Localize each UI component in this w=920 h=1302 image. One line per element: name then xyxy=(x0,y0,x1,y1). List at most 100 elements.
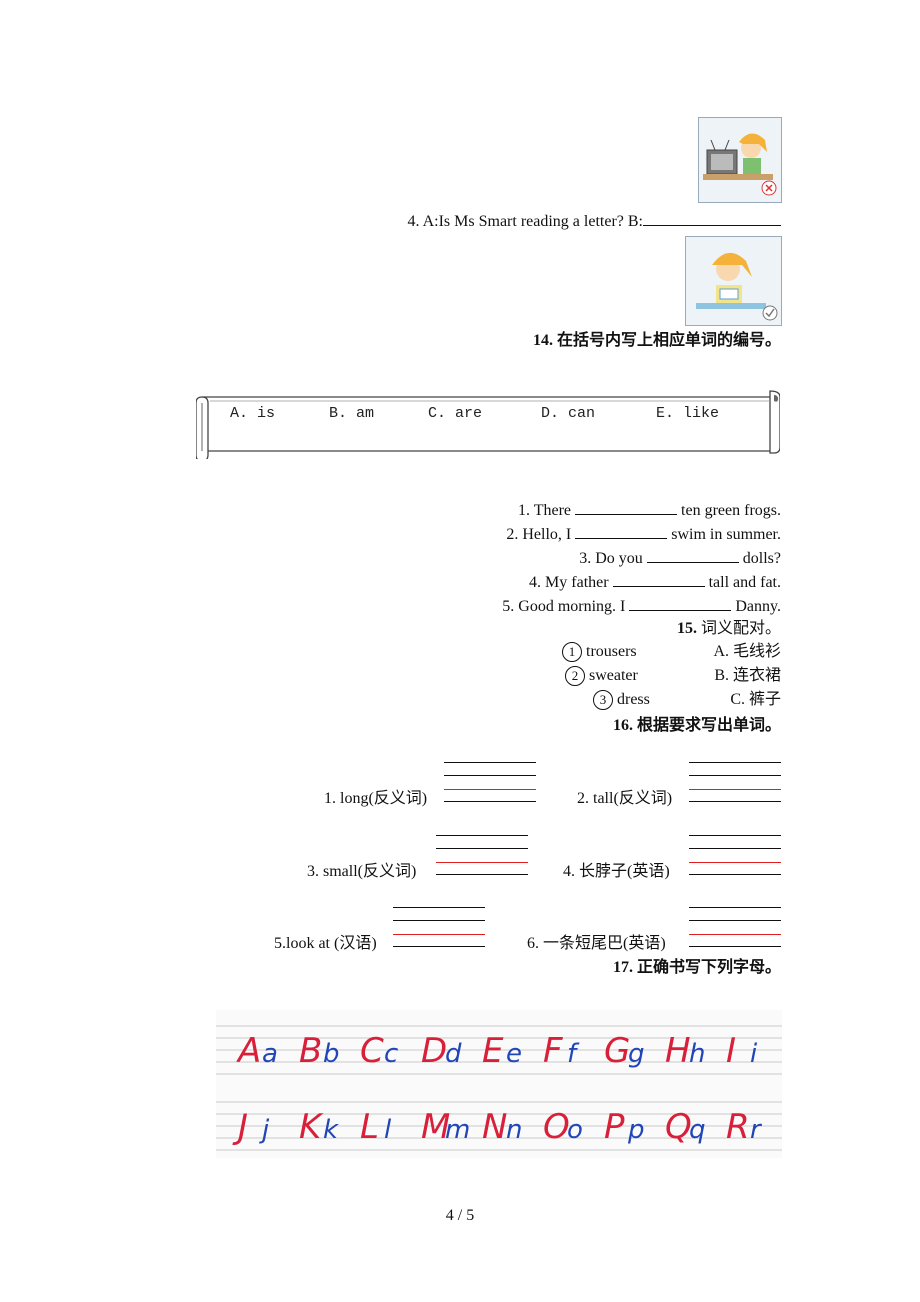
page-number: 4 / 5 xyxy=(445,1207,475,1224)
sentence-text: 5. Good morning. I xyxy=(502,598,630,615)
q14-title: 14. 在括号内写上相应单词的编号。 xyxy=(400,331,781,351)
match-word: sweater xyxy=(589,667,638,684)
answer-blank[interactable] xyxy=(643,211,781,226)
circled-number: 2 xyxy=(565,666,585,686)
sentence-text: tall and fat. xyxy=(704,574,781,591)
option-d: D. can xyxy=(541,405,596,422)
q16-title: 16. 根据要求写出单词。 xyxy=(500,716,781,736)
answer-blank[interactable] xyxy=(575,524,668,539)
q14-title-text: 在括号内写上相应单词的编号。 xyxy=(556,332,781,349)
lowercase-letter: o xyxy=(567,1115,583,1145)
q15-left-2: 2 sweater xyxy=(565,666,638,686)
q16-title-text: 根据要求写出单词。 xyxy=(636,717,781,734)
four-line-grid[interactable] xyxy=(444,762,536,802)
answer-blank[interactable] xyxy=(575,500,678,515)
scroll-frame-icon xyxy=(196,390,780,459)
lowercase-letter: e xyxy=(506,1039,522,1069)
lowercase-letter: g xyxy=(628,1039,645,1069)
lowercase-letter: n xyxy=(506,1115,522,1145)
uppercase-letter: I xyxy=(726,1031,736,1071)
four-line-grid[interactable] xyxy=(689,762,781,802)
uppercase-letter: L xyxy=(360,1107,379,1147)
option-a: A. is xyxy=(230,405,276,422)
q15-number: 15. xyxy=(676,620,697,637)
q16-item-5: 5.look at (汉语) xyxy=(274,935,377,952)
lowercase-letter: c xyxy=(384,1039,398,1069)
q14-sentence-2: 2. Hello, I swim in summer. xyxy=(300,524,781,545)
q16-item-4: 4. 长脖子(英语) xyxy=(563,863,670,880)
four-line-grid[interactable] xyxy=(689,907,781,947)
girl-watching-tv-picture xyxy=(698,117,782,203)
uppercase-letter: C xyxy=(360,1031,384,1071)
lowercase-letter: r xyxy=(750,1115,763,1145)
q16-number: 16. xyxy=(612,717,633,734)
lowercase-letter: l xyxy=(384,1115,392,1145)
lowercase-letter: f xyxy=(567,1039,580,1069)
circled-number: 3 xyxy=(593,690,613,710)
uppercase-letter: Q xyxy=(665,1107,692,1147)
girl-reading-letter-picture xyxy=(685,236,782,326)
answer-blank[interactable] xyxy=(612,572,705,587)
q14-sentence-1: 1. There ten green frogs. xyxy=(300,500,781,521)
q15-title-text: 词义配对。 xyxy=(700,620,781,637)
q15-title: 15. 词义配对。 xyxy=(500,619,781,639)
uppercase-letter: H xyxy=(665,1031,691,1071)
option-c: C. are xyxy=(428,405,483,422)
q17-number: 17. xyxy=(612,959,633,976)
lowercase-letter: d xyxy=(445,1039,462,1069)
uppercase-letter: D xyxy=(421,1031,447,1071)
lowercase-letter: m xyxy=(445,1115,470,1145)
uppercase-letter: K xyxy=(299,1107,324,1147)
q15-right-3: C. 裤子 xyxy=(730,691,781,708)
lowercase-letter: i xyxy=(750,1039,758,1069)
uppercase-letter: R xyxy=(726,1107,750,1147)
answer-blank[interactable] xyxy=(629,596,732,611)
sentence-text: swim in summer. xyxy=(667,526,781,543)
circled-number: 1 xyxy=(562,642,582,662)
q17-title: 17. 正确书写下列字母。 xyxy=(500,958,781,978)
match-word: trousers xyxy=(586,643,637,660)
answer-blank[interactable] xyxy=(646,548,739,563)
option-e: E. like xyxy=(656,405,720,422)
uppercase-letter: B xyxy=(299,1031,322,1071)
q16-item-2: 2. tall(反义词) xyxy=(577,790,673,807)
four-line-grid[interactable] xyxy=(436,835,528,875)
uppercase-letter: J xyxy=(232,1107,248,1147)
q15-left-3: 3 dress xyxy=(593,690,650,710)
uppercase-letter: F xyxy=(543,1031,563,1071)
lowercase-letter: p xyxy=(627,1115,645,1145)
q16-item-3: 3. small(反义词) xyxy=(307,863,417,880)
lowercase-letter: q xyxy=(689,1115,706,1145)
lowercase-letter: k xyxy=(323,1115,339,1145)
lowercase-letter: j xyxy=(259,1115,270,1145)
uppercase-letter: P xyxy=(604,1107,625,1147)
match-word: dress xyxy=(617,691,650,708)
q13-item4-text: 4. A:Is Ms Smart reading a letter? B: xyxy=(407,213,643,230)
girl-letter-check-icon xyxy=(686,237,781,325)
lowercase-letter: h xyxy=(689,1039,705,1069)
alphabet-lines: Aa Bb Cc Dd Ee Ff Gg Hh IiJ j Kk Ll Mm Nn Oo Pp Qq Rr xyxy=(216,1025,782,1151)
uppercase-letter: O xyxy=(543,1107,570,1147)
q14-sentence-5: 5. Good morning. I Danny. xyxy=(300,596,781,617)
q15-right-1: A. 毛线衫 xyxy=(713,643,781,660)
uppercase-letter: N xyxy=(482,1107,507,1147)
sentence-text: ten green frogs. xyxy=(677,502,781,519)
uppercase-letter: G xyxy=(604,1031,630,1071)
girl-tv-cross-icon xyxy=(699,118,781,202)
q15-right-2: B. 连衣裙 xyxy=(714,667,781,684)
option-b: B. am xyxy=(329,405,375,422)
four-line-grid[interactable] xyxy=(689,835,781,875)
q13-item4-line: 4. A:Is Ms Smart reading a letter? B: xyxy=(300,211,781,232)
sentence-text: 1. There xyxy=(518,502,576,519)
q14-sentence-3: 3. Do you dolls? xyxy=(300,548,781,569)
four-line-grid[interactable] xyxy=(393,907,485,947)
alphabet-handwriting-chart: AaBbCcDdEeFfGgHhIiJjKkLlMmNnOoPpQqRr xyxy=(216,1010,782,1158)
lowercase-letter: b xyxy=(323,1039,340,1069)
sentence-text: 3. Do you xyxy=(579,550,647,567)
q15-left-1: 1 trousers xyxy=(562,642,637,662)
q17-title-text: 正确书写下列字母。 xyxy=(636,959,781,976)
q16-item-1: 1. long(反义词) xyxy=(324,790,428,807)
lowercase-letter: a xyxy=(262,1039,278,1069)
uppercase-letter: E xyxy=(482,1031,504,1071)
uppercase-letter: A xyxy=(236,1031,261,1071)
